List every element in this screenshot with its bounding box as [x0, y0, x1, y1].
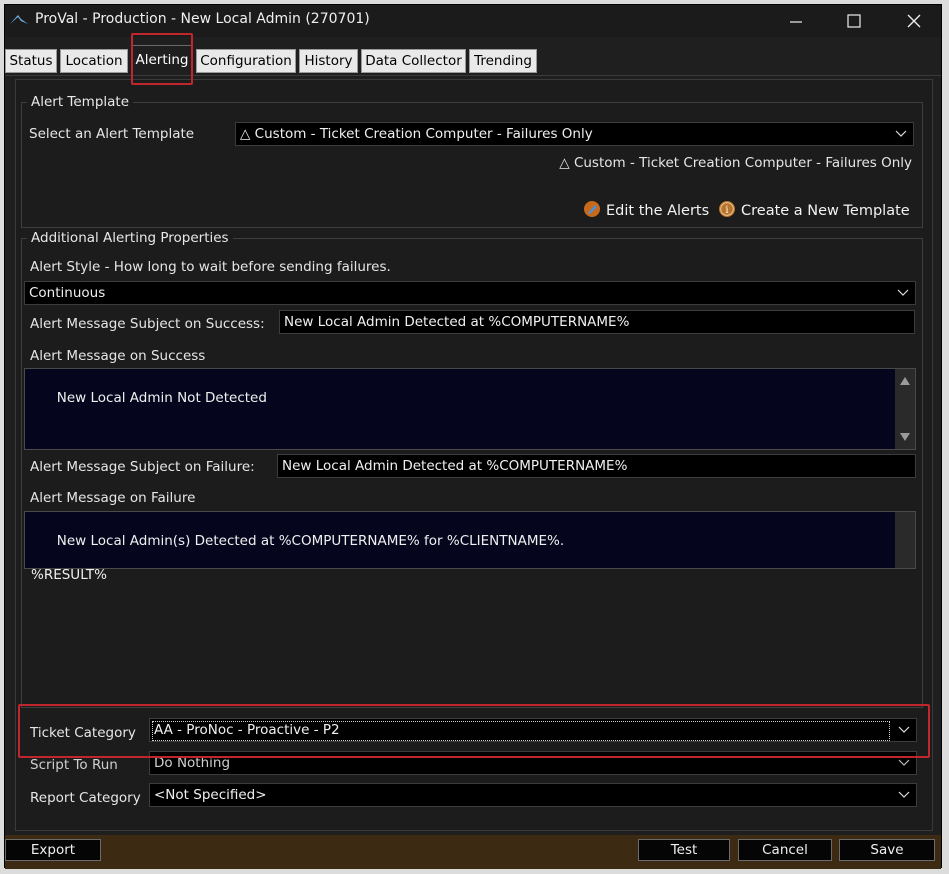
chevron-down-icon — [897, 289, 909, 296]
script-to-run-label: Script To Run — [30, 757, 118, 773]
success-message-textarea[interactable]: New Local Admin Not Detected — [24, 368, 916, 450]
tab-data-collector[interactable]: Data Collector — [361, 49, 466, 73]
success-subject-input[interactable]: New Local Admin Detected at %COMPUTERNAM… — [279, 310, 915, 334]
failure-subject-input[interactable]: New Local Admin Detected at %COMPUTERNAM… — [277, 454, 916, 478]
ticket-category-label: Ticket Category — [30, 725, 136, 741]
edit-alerts-label: Edit the Alerts — [606, 203, 710, 219]
script-to-run-value: Do Nothing — [154, 755, 231, 771]
title-bar: ProVal - Production - New Local Admin (2… — [5, 5, 941, 37]
tab-status[interactable]: Status — [5, 49, 57, 73]
maximize-icon — [847, 14, 861, 28]
tab-location[interactable]: Location — [60, 49, 128, 73]
report-category-dropdown[interactable]: <Not Specified> — [149, 783, 917, 807]
close-icon — [907, 14, 921, 28]
tab-trending[interactable]: Trending — [469, 49, 537, 73]
report-category-value: <Not Specified> — [154, 787, 267, 803]
failure-subject-label: Alert Message Subject on Failure: — [30, 459, 255, 475]
create-template-label: Create a New Template — [741, 203, 910, 219]
failure-message-textarea[interactable]: New Local Admin(s) Detected at %COMPUTER… — [24, 511, 916, 583]
cancel-button[interactable]: Cancel — [738, 839, 832, 861]
report-category-label: Report Category — [30, 790, 141, 806]
failure-message-label: Alert Message on Failure — [30, 490, 196, 506]
chevron-down-icon — [898, 791, 910, 798]
chevron-down-icon — [898, 726, 910, 733]
minimize-button[interactable] — [773, 5, 819, 37]
ticket-category-value: AA - ProNoc - Proactive - P2 — [154, 722, 340, 738]
tab-history[interactable]: History — [299, 49, 358, 73]
chevron-down-icon — [895, 130, 907, 137]
edit-alerts-icon — [584, 201, 600, 217]
success-message-text: New Local Admin Not Detected — [56, 390, 267, 406]
minimize-icon — [790, 21, 802, 23]
info-icon: i — [719, 201, 735, 217]
alert-style-dropdown[interactable]: Continuous — [24, 281, 916, 305]
success-message-label: Alert Message on Success — [30, 348, 206, 364]
tab-configuration[interactable]: Configuration — [196, 49, 296, 73]
edit-alerts-link[interactable]: Edit the Alerts — [583, 200, 709, 219]
success-message-scrollbar[interactable] — [895, 369, 915, 449]
chevron-down-icon — [898, 759, 910, 766]
proval-window: ProVal - Production - New Local Admin (2… — [4, 4, 942, 869]
alerting-panel: Alert Template Select an Alert Template … — [15, 79, 933, 831]
script-to-run-dropdown[interactable]: Do Nothing — [149, 751, 917, 775]
tab-strip: Status Location Alerting Configuration H… — [5, 41, 941, 76]
test-button[interactable]: Test — [638, 839, 730, 861]
scroll-up-icon[interactable] — [900, 377, 910, 385]
proval-logo-icon — [10, 15, 28, 24]
alert-style-value: Continuous — [29, 285, 106, 301]
template-caption: △ Custom - Ticket Creation Computer - Fa… — [559, 155, 912, 171]
alert-template-legend: Alert Template — [27, 94, 134, 110]
success-subject-label: Alert Message Subject on Success: — [30, 316, 265, 332]
create-template-link[interactable]: i Create a New Template — [718, 200, 910, 219]
maximize-button[interactable] — [831, 5, 877, 37]
save-button[interactable]: Save — [839, 839, 935, 861]
close-button[interactable] — [891, 5, 937, 37]
additional-properties-legend: Additional Alerting Properties — [27, 230, 233, 246]
alert-template-dropdown[interactable]: △ Custom - Ticket Creation Computer - Fa… — [235, 122, 914, 146]
svg-text:i: i — [725, 205, 728, 216]
select-template-label: Select an Alert Template — [29, 126, 195, 142]
tab-alerting[interactable]: Alerting — [131, 45, 193, 75]
ticket-category-dropdown[interactable]: AA - ProNoc - Proactive - P2 — [149, 718, 917, 742]
alert-style-label: Alert Style - How long to wait before se… — [30, 259, 391, 275]
alert-template-value: △ Custom - Ticket Creation Computer - Fa… — [240, 126, 593, 142]
failure-message-scrollbar[interactable] — [895, 512, 915, 568]
scroll-down-icon[interactable] — [900, 433, 910, 441]
footer-bar: Export Test Cancel Save — [5, 835, 941, 869]
export-button[interactable]: Export — [5, 839, 101, 861]
window-title: ProVal - Production - New Local Admin (2… — [35, 11, 370, 27]
